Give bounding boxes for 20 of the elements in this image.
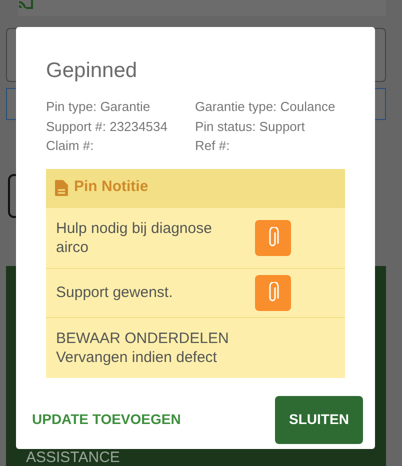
update-button[interactable]: UPDATE TOEVOEGEN [24,401,189,438]
document-icon [55,180,68,196]
notes-title: Pin Notitie [74,177,148,198]
cast-icon [18,0,34,10]
attachment-button[interactable] [255,274,291,310]
paperclip-icon [267,282,279,304]
paperclip-icon [267,226,279,248]
info-field: Ref #: [195,138,230,153]
info-field: Claim #: [46,138,94,153]
attachment-button[interactable] [255,220,291,256]
info-field: Pin status: Support [195,118,305,134]
note-text: Hulp nodig bij diagnose airco [56,218,213,256]
menu-item[interactable]: ASSISTANCE [26,449,120,466]
close-button[interactable]: SLUITEN [275,396,363,444]
dialog-title: Gepinned [46,58,138,84]
note-text: Support gewenst. [56,283,174,302]
info-field: Garantie type: Coulance [195,99,336,114]
info-field: Support #: 23234534 [46,118,168,134]
note-text: BEWAAR ONDERDELEN Vervangen indien defect [56,328,230,366]
info-field: Pin type: Garantie [46,99,150,114]
